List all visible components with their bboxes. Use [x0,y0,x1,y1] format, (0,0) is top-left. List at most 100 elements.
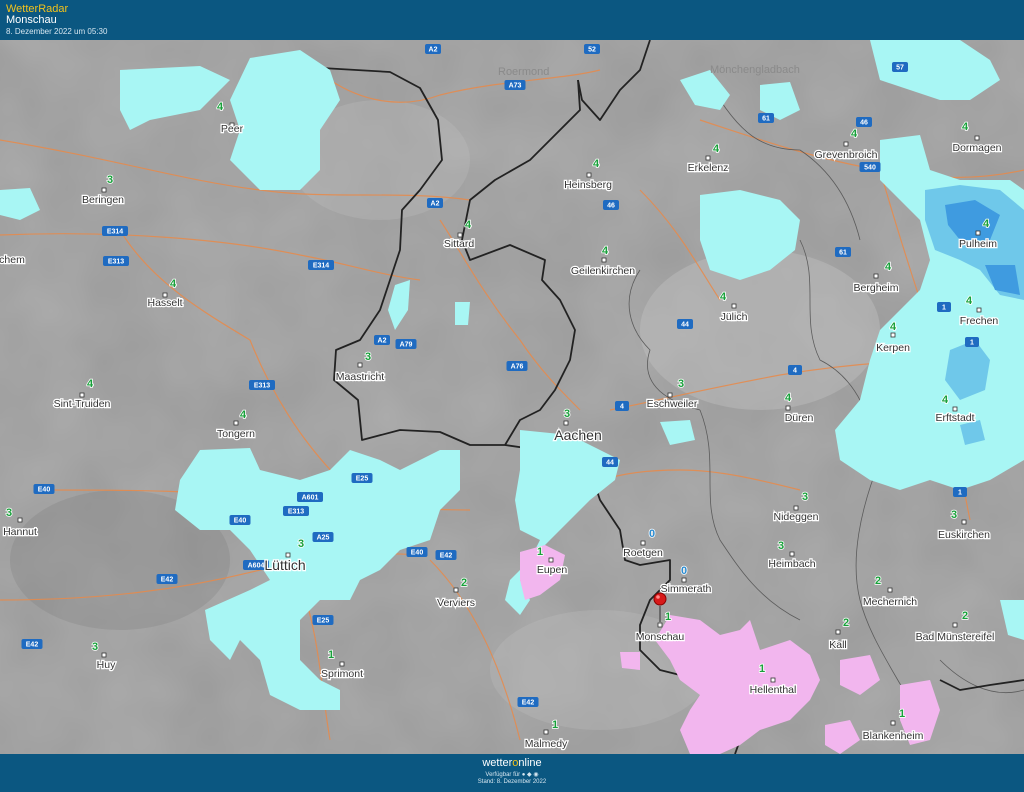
precip-value: 2 [843,617,849,629]
city-name: Pulheim [959,238,997,250]
road-shield-label: A79 [400,342,413,349]
precip-value: 4 [966,295,973,307]
precip-value: 0 [681,565,687,577]
city-name: Eschweiler [647,398,698,410]
precip-value: 1 [552,719,558,731]
city-dot-icon [835,629,841,635]
road-shield: E314 [102,226,128,236]
city-dot-icon [770,677,776,683]
precip-value: 4 [720,291,727,303]
location-title: Monschau [6,14,57,26]
city-name: Dormagen [952,142,1001,154]
radar-app: WetterRadar Monschau 8. Dezember 2022 um… [0,0,1024,792]
road-shield-label: E42 [26,642,39,649]
precip-value: 4 [885,261,892,273]
city-dot-icon [17,517,23,523]
road-shield: 57 [892,62,908,72]
precip-value: 3 [678,378,684,390]
city-dot-icon [843,141,849,147]
city-name: Bergheim [854,282,899,294]
road-shield: 44 [602,457,618,467]
road-shield-label: 540 [864,165,876,172]
road-shield-label: E42 [440,553,453,560]
city-name: Blankenheim [863,730,924,742]
road-shield: E25 [351,473,373,483]
precip-value: 1 [899,708,905,720]
city-name: Kerpen [876,342,910,354]
road-shield-label: 61 [839,250,847,257]
city-name: Jülich [721,311,748,323]
city-name: Hasselt [147,297,182,309]
precip-value: 4 [87,378,94,390]
precip-value: 4 [240,409,247,421]
road-shield: 1 [965,337,979,347]
city-name: Nideggen [774,511,819,523]
road-shield-label: 61 [762,116,770,123]
city-dot-icon [952,622,958,628]
city-name: Heinsberg [564,179,612,191]
city-dot-icon [789,551,795,557]
wetteronline-logo[interactable]: wetteronline [0,757,1024,769]
road-shield-label: E42 [161,577,174,584]
road-shield: 44 [677,319,693,329]
road-shield: 61 [835,247,851,257]
city-name: Malmedy [525,738,568,750]
road-shield-label: 52 [588,47,596,54]
city-name: Aachen [554,427,601,443]
city-name: Hannut [3,526,37,538]
city-name: Euskirchen [938,529,990,541]
road-shield-label: E313 [254,383,270,390]
city-name: Lüttich [264,557,305,573]
road-shield: A76 [506,361,528,371]
road-shield-label: 4 [793,368,797,375]
city-name: Kall [829,639,847,651]
pin-icon[interactable] [653,592,667,606]
precip-value: 3 [365,351,371,363]
city-dot-icon [952,406,958,412]
city-dot-icon [890,332,896,338]
road-shield: A601 [297,492,323,502]
city-name: Frechen [960,315,999,327]
road-shield: E314 [308,260,334,270]
app-availability[interactable]: Verfügbar für ● ◆ ◉ [0,771,1024,778]
road-shield: E40 [229,515,251,525]
precip-value: 3 [951,509,957,521]
precip-value: 4 [170,278,177,290]
road-shield: 4 [788,365,802,375]
city-dot-icon [563,420,569,426]
city-name: Sittard [444,238,475,250]
logo-part: nline [518,757,542,769]
city-name: Peer [221,123,244,135]
road-shield-label: 4 [620,404,624,411]
precip-value: 3 [92,641,98,653]
road-shield-label: E314 [107,229,123,236]
city-name: chem [0,254,25,266]
road-shield: A2 [425,44,441,54]
city-name: Bad Münstereifel [916,631,995,643]
road-shield: E313 [103,256,129,266]
city-dot-icon [101,187,107,193]
city-marker[interactable]: chem [0,253,26,268]
road-shield-label: E25 [356,476,369,483]
city-name: Beringen [82,194,124,206]
radar-map[interactable]: A2 A73 52 57 61 46 540 A2 46 E314 E313 E314 A2 A79 A76… [0,40,1024,754]
header-bar: WetterRadar Monschau 8. Dezember 2022 um… [0,0,1024,40]
road-shield: 4 [615,401,629,411]
precip-value: 4 [983,218,990,230]
road-shield-label: A2 [378,338,387,345]
city-dot-icon [101,652,107,658]
road-shield-label: E42 [522,700,535,707]
road-shield: A73 [504,80,526,90]
city-dot-icon [785,405,791,411]
road-shield-label: 1 [942,305,946,312]
city-name: Tongern [217,428,255,440]
city-dot-icon [357,362,363,368]
precip-value: 4 [890,321,897,333]
precip-value: 0 [649,528,655,540]
city-dot-icon [974,135,980,141]
city-dot-icon [79,392,85,398]
road-shield: 540 [859,162,881,172]
city-dot-icon [657,622,663,628]
faded-label: Mönchengladbach [710,64,800,76]
logo-part: wetter [482,757,513,769]
